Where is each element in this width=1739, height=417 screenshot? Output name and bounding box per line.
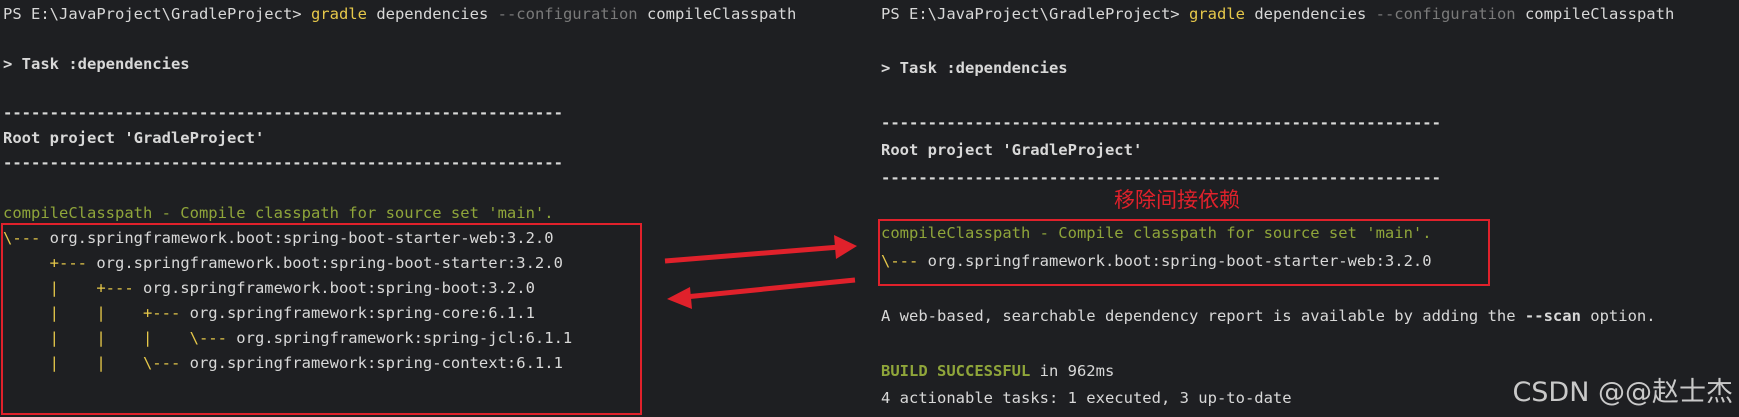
watermark: CSDN @@赵士杰: [1512, 377, 1733, 408]
arrow-left-icon: [667, 277, 856, 309]
arrow-right-icon: [664, 235, 857, 264]
arrows-overlay: [664, 235, 857, 309]
